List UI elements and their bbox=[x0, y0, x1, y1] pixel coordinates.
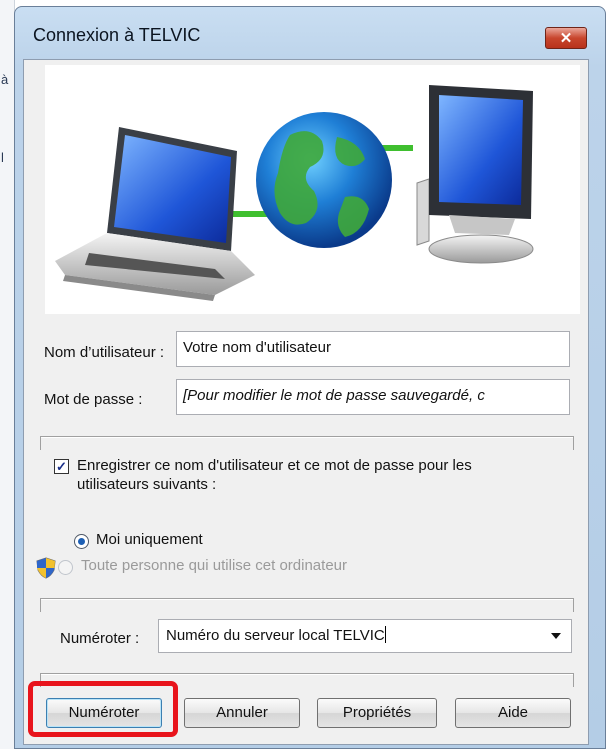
divider-edge bbox=[573, 673, 574, 687]
radio-me-only[interactable] bbox=[74, 534, 89, 549]
divider-edge bbox=[40, 436, 41, 450]
save-credentials-checkbox[interactable]: ✓ bbox=[54, 459, 69, 474]
divider-edge bbox=[573, 436, 574, 450]
dialog-body: Nom d’utilisateur : Votre nom d'utilisat… bbox=[23, 59, 589, 745]
properties-button[interactable]: Propriétés bbox=[317, 698, 437, 728]
divider bbox=[40, 436, 574, 438]
connect-dialog: Connexion à TELVIC ✕ Nom d’utilisateur:… bbox=[14, 6, 606, 749]
connection-banner bbox=[45, 65, 580, 314]
background-text-fragment: à bbox=[1, 72, 9, 87]
laptop-icon bbox=[55, 127, 255, 301]
save-credentials-label-line2: utilisateurs suivants : bbox=[77, 476, 217, 493]
divider-edge bbox=[573, 598, 574, 612]
dial-button-highlight bbox=[28, 681, 178, 737]
text-caret bbox=[384, 626, 386, 643]
username-label: Nom d’utilisateur : bbox=[44, 344, 165, 361]
dial-number-select[interactable]: Numéro du serveur local TELVIC bbox=[158, 619, 572, 653]
divider bbox=[40, 673, 574, 675]
radio-anyone-label: Toute personne qui utilise cet ordinateu… bbox=[81, 557, 348, 574]
globe-icon bbox=[256, 112, 392, 248]
radio-anyone[interactable] bbox=[58, 560, 73, 575]
save-credentials-label: Enregistrer ce nom d'utilisateur et ce m… bbox=[77, 456, 472, 494]
dial-number-value: Numéro du serveur local TELVIC bbox=[166, 627, 385, 644]
close-button[interactable]: ✕ bbox=[545, 27, 587, 49]
radio-me-only-label: Moi uniquement bbox=[96, 531, 203, 548]
save-credentials-label-line1: Enregistrer ce nom d'utilisateur et ce m… bbox=[77, 457, 472, 474]
dialog-title: Connexion à TELVIC bbox=[33, 25, 201, 45]
divider bbox=[40, 598, 574, 600]
dial-label: Numéroter : bbox=[60, 630, 140, 647]
background-window-edge: à l bbox=[0, 0, 15, 749]
password-field[interactable]: [Pour modifier le mot de passe sauvegard… bbox=[176, 379, 570, 415]
username-field[interactable]: Votre nom d'utilisateur bbox=[176, 331, 570, 367]
network-illustration-icon bbox=[55, 85, 534, 301]
password-label: Mot de passe : bbox=[44, 391, 143, 408]
chevron-down-icon[interactable] bbox=[551, 633, 561, 639]
uac-shield-icon bbox=[36, 557, 56, 579]
background-text-fragment: l bbox=[1, 150, 4, 165]
help-button[interactable]: Aide bbox=[455, 698, 571, 728]
divider-edge bbox=[40, 598, 41, 612]
cancel-button[interactable]: Annuler bbox=[184, 698, 300, 728]
desktop-computer-icon bbox=[416, 85, 534, 264]
close-icon: ✕ bbox=[559, 30, 573, 47]
